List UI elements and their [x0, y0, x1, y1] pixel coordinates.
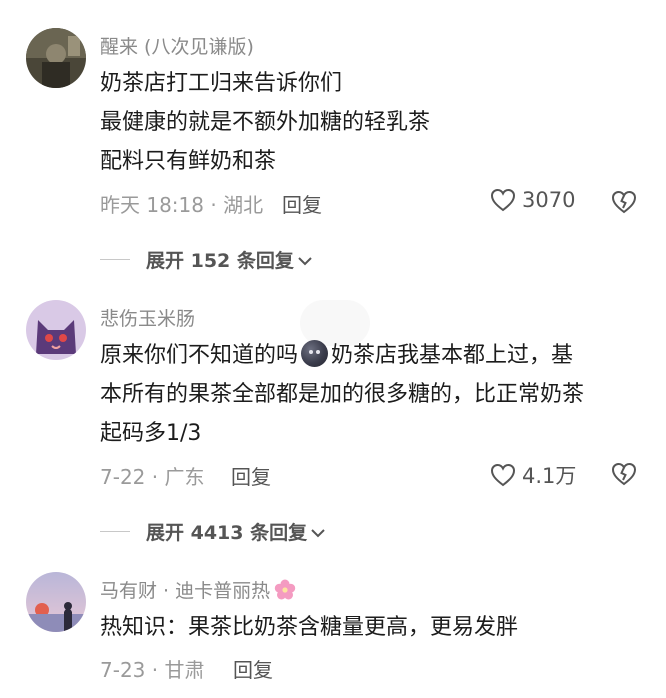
heart-icon: [490, 463, 516, 487]
broken-heart-icon[interactable]: [611, 462, 637, 486]
time-location: 昨天 18:18 · 湖北: [100, 193, 264, 217]
comment-text: 热知识：果茶比奶茶含糖量更高，更易发胖: [100, 608, 645, 647]
comment-segment: 原来你们不知道的吗: [100, 343, 299, 368]
comment-line: 本所有的果茶全部都是加的很多糖的，比正常奶茶: [100, 382, 585, 407]
avatar[interactable]: [26, 572, 86, 632]
reply-button[interactable]: 回复: [233, 654, 273, 683]
time-location: 7-23 · 甘肃: [100, 658, 205, 682]
chevron-down-icon: [311, 521, 325, 543]
expand-label: 展开 4413 条回复: [146, 522, 308, 544]
comment-line: 奶茶店打工归来告诉你们: [100, 71, 343, 96]
reply-button[interactable]: 回复: [282, 189, 322, 218]
divider: [100, 531, 130, 532]
comment-segment: 奶茶店我基本都上过，基: [331, 343, 574, 368]
username[interactable]: 醒来 (八次见谦版): [100, 32, 254, 59]
like-count: 4.1万: [522, 464, 577, 488]
comment-text: 原来你们不知道的吗 奶茶店我基本都上过，基 本所有的果茶全部都是加的很多糖的，比正…: [100, 336, 645, 453]
comment-line: 起码多1/3: [100, 421, 202, 446]
like-button[interactable]: 3070: [490, 188, 575, 212]
dark-face-emoji: [301, 340, 329, 367]
divider: [100, 259, 130, 260]
comment-line: 原来你们不知道的吗 奶茶店我基本都上过，基: [100, 336, 645, 375]
expand-replies-button[interactable]: 展开 152 条回复: [100, 246, 312, 273]
username[interactable]: 马有财 · 迪卡普丽热: [100, 576, 296, 606]
comment-line: 最健康的就是不额外加糖的轻乳茶: [100, 110, 431, 135]
avatar[interactable]: [26, 28, 86, 88]
username-text: 马有财 · 迪卡普丽热: [100, 580, 271, 602]
username[interactable]: 悲伤玉米肠: [100, 304, 195, 331]
expand-label: 展开 152 条回复: [146, 250, 294, 272]
cherry-blossom-icon: [274, 579, 296, 606]
chevron-down-icon: [298, 249, 312, 271]
comment-line: 配料只有鲜奶和茶: [100, 149, 277, 174]
heart-icon: [490, 188, 516, 212]
broken-heart-icon[interactable]: [611, 190, 637, 214]
reply-button[interactable]: 回复: [231, 461, 271, 490]
like-count: 3070: [522, 188, 576, 212]
comment-line: 热知识：果茶比奶茶含糖量更高，更易发胖: [100, 615, 519, 640]
avatar[interactable]: [26, 300, 86, 360]
comment-text: 奶茶店打工归来告诉你们 最健康的就是不额外加糖的轻乳茶 配料只有鲜奶和茶: [100, 64, 645, 181]
like-button[interactable]: 4.1万: [490, 460, 576, 490]
expand-replies-button[interactable]: 展开 4413 条回复: [100, 518, 325, 545]
time-location: 7-22 · 广东: [100, 465, 205, 489]
